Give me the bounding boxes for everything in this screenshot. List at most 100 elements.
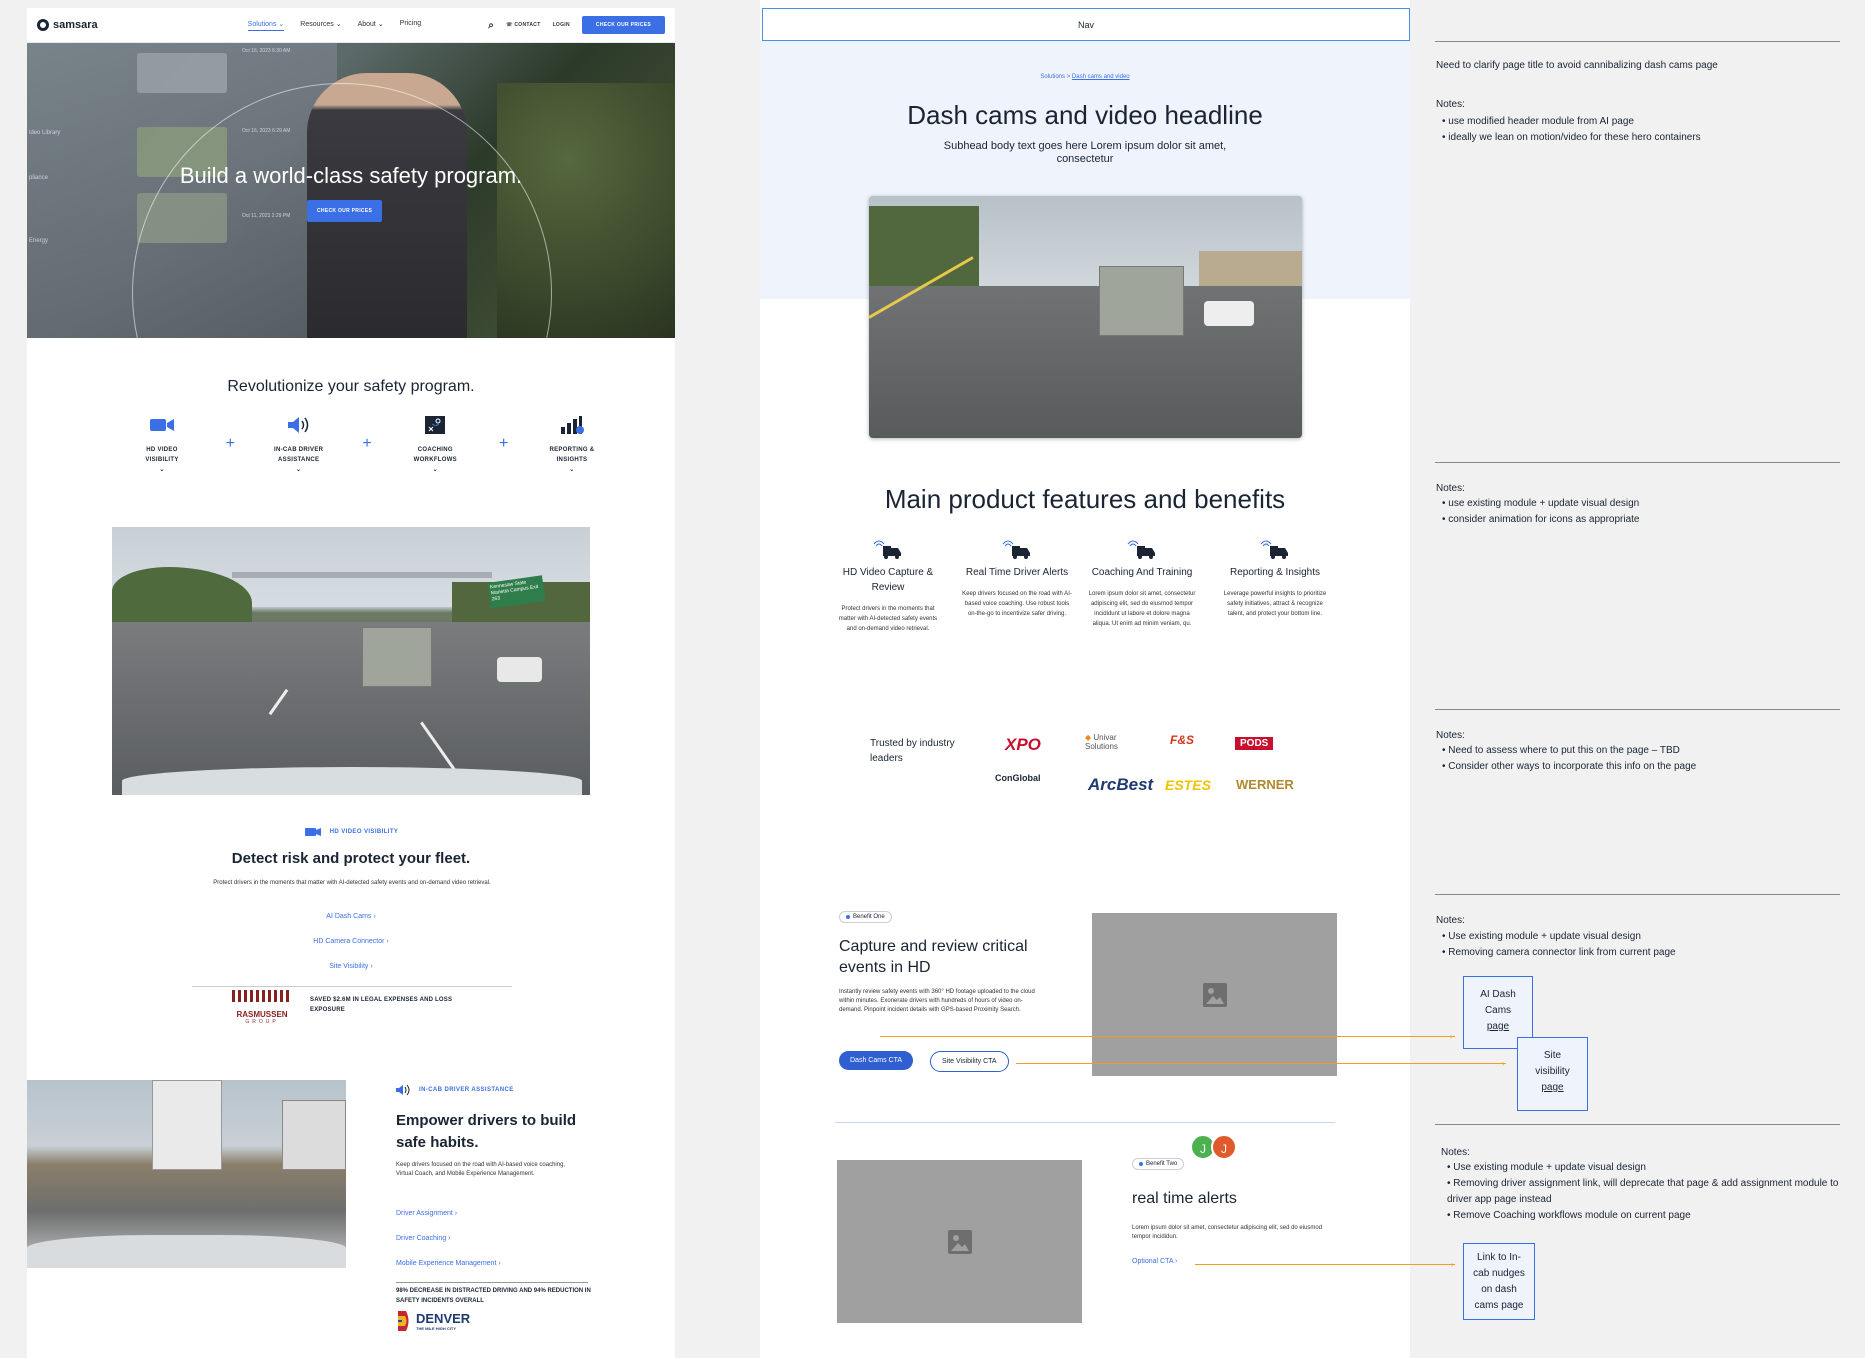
breadcrumb-solutions[interactable]: Solutions: [1040, 74, 1065, 80]
chevron-down-icon: ⌄: [295, 467, 302, 473]
truck-cab-photo: [27, 1080, 346, 1268]
divider: [396, 1282, 588, 1283]
screen-menu-text: ideo Library: [29, 130, 61, 136]
link-hd-camera-connector[interactable]: HD Camera Connector ›: [27, 938, 675, 945]
rasmussen-logo-mark: [232, 990, 292, 1002]
search-icon[interactable]: ⌕: [488, 20, 494, 31]
logo-estes: ESTES: [1165, 777, 1211, 793]
univar-logo-mark: ◆: [1085, 733, 1092, 742]
benefit-two-image-placeholder: [837, 1160, 1082, 1323]
logo-fs: F&S: [1170, 733, 1194, 747]
wire-feature-card: Real Time Driver Alerts Keep drivers foc…: [962, 540, 1072, 619]
speaker-icon: [286, 415, 312, 435]
in-cab-nudges-link-box[interactable]: Link to In- cab nudges on dash cams page: [1463, 1243, 1535, 1320]
feature-in-cab[interactable]: IN-CAB DRIVER ASSISTANCE ⌄: [264, 415, 334, 475]
link-driver-coaching[interactable]: Driver Coaching ›: [396, 1235, 450, 1242]
notes-label: Notes:: [1436, 730, 1465, 741]
hd-title: Detect risk and protect your fleet.: [231, 850, 471, 867]
denver-logo-mark: [398, 1311, 409, 1331]
wire-feature-card: HD Video Capture & Review Protect driver…: [833, 540, 943, 634]
nav-login[interactable]: LOGIN: [553, 22, 570, 28]
section-title: Revolutionize your safety program.: [227, 378, 475, 395]
samsara-logo-icon: [37, 19, 49, 31]
hd-tag-row: HD VIDEO VISIBILITY: [27, 827, 675, 837]
dash-cams-cta-button[interactable]: Dash Cams CTA: [839, 1051, 913, 1070]
link-driver-assignment[interactable]: Driver Assignment ›: [396, 1210, 457, 1217]
avatar[interactable]: J: [1211, 1134, 1237, 1160]
nav-links: Solutions ⌄ Resources ⌄ About ⌄ Pricing: [247, 20, 421, 31]
screen-menu-text: Energy: [29, 238, 49, 244]
benefit-two-title: real time alerts: [1132, 1190, 1237, 1207]
logo-conglobal: ConGlobal: [995, 773, 1041, 783]
benefit-one-body: Instantly review safety events with 360°…: [839, 989, 1035, 1013]
flatbed-truck: [1099, 266, 1184, 336]
notes-label: Notes:: [1441, 1147, 1470, 1158]
highway-photo: Kennesaw State Marietta Campus Exit 263: [112, 527, 590, 795]
pickup-truck: [1204, 301, 1254, 326]
incab-tag-row: IN-CAB DRIVER ASSISTANCE: [395, 1084, 514, 1096]
screen-date: Oct 16, 2023 6:30 AM: [242, 48, 291, 54]
nav-pricing[interactable]: Pricing: [400, 20, 421, 31]
nav-solutions[interactable]: Solutions ⌄: [247, 20, 285, 31]
nav-contact[interactable]: ☏ CONTACT: [506, 22, 540, 28]
notes-label: Notes:: [1436, 915, 1465, 926]
wire-hero-video: [869, 196, 1302, 438]
wireframe-page: Nav Solutions > Dash cams and video Dash…: [760, 0, 1410, 1358]
link-ai-dash-cams[interactable]: AI Dash Cams ›: [27, 913, 675, 920]
wire-feature-card: Coaching And Training Lorem ipsum dolor …: [1087, 540, 1197, 629]
samsara-logo[interactable]: samsara: [37, 19, 98, 31]
notes-divider: [1435, 462, 1840, 463]
chevron-down-icon: ⌄: [377, 20, 384, 28]
connector-line: [880, 1036, 1455, 1037]
link-mobile-experience[interactable]: Mobile Experience Management ›: [396, 1260, 501, 1267]
nav-check-prices-button[interactable]: CHECK OUR PRICES: [581, 16, 665, 34]
optional-cta-link[interactable]: Optional CTA ›: [1132, 1258, 1177, 1265]
hero-cta-button[interactable]: CHECK OUR PRICES: [307, 200, 383, 222]
nav-resources[interactable]: Resources ⌄: [300, 20, 341, 31]
note-page-title: Need to clarify page title to avoid cann…: [1436, 60, 1718, 71]
notes-divider: [1435, 41, 1840, 42]
chevron-down-icon: ⌄: [432, 467, 438, 473]
speaker-icon: [396, 1084, 410, 1096]
nav-about[interactable]: About ⌄: [358, 20, 384, 31]
breadcrumb: Solutions > Dash cams and video: [1040, 74, 1130, 80]
design-board: samsara Solutions ⌄ Resources ⌄ About ⌄ …: [0, 0, 1865, 1358]
bar-chart-icon: [559, 415, 585, 435]
feature-coaching[interactable]: COACHING WORKFLOWS ⌄: [400, 415, 470, 475]
plus-icon: +: [362, 435, 372, 452]
incab-body: Keep drivers focused on the road with AI…: [396, 1162, 566, 1177]
feature-hd-video[interactable]: HD VIDEO VISIBILITY ⌄: [127, 415, 197, 475]
site-visibility-page-box[interactable]: Site visibility page: [1517, 1037, 1588, 1111]
divider: [192, 986, 512, 987]
feature-icons-row: HD VIDEO VISIBILITY ⌄ + IN-CAB DRIVER AS…: [127, 415, 607, 475]
notes-divider: [1435, 894, 1840, 895]
site-visibility-cta-button[interactable]: Site Visibility CTA: [930, 1051, 1009, 1072]
site-nav: samsara Solutions ⌄ Resources ⌄ About ⌄ …: [27, 8, 675, 43]
benefit-one-image-placeholder: [1092, 913, 1337, 1076]
divider: [835, 1122, 1335, 1123]
breadcrumb-dash-cams[interactable]: Dash cams and video: [1072, 74, 1130, 80]
rasmussen-stat: SAVED $2.6M IN LEGAL EXPENSES AND LOSS E…: [310, 997, 453, 1013]
chevron-down-icon: ⌄: [278, 20, 285, 28]
notes-label: Notes:: [1436, 483, 1465, 494]
truck-signal-icon: [1127, 540, 1155, 559]
wire-nav-placeholder: Nav: [762, 8, 1410, 41]
rasmussen-logo: RASMUSSEN GROUP: [232, 990, 292, 1025]
image-placeholder-icon: [1202, 982, 1227, 1007]
dashboard-hood: [122, 767, 582, 795]
logo-pods: PODS: [1235, 737, 1274, 750]
benefit-two-pill: Benefit Two: [1132, 1158, 1185, 1170]
chevron-down-icon: ⌄: [159, 467, 165, 473]
notes-list: Need to assess where to put this on the …: [1442, 743, 1696, 775]
trusted-label: Trusted by industry leaders: [870, 738, 955, 764]
notes-divider: [1435, 709, 1840, 710]
logo-xpo: XPO: [1005, 735, 1041, 754]
notes-divider: [1435, 1124, 1840, 1125]
dot-icon: [1139, 1162, 1143, 1166]
feature-reporting[interactable]: REPORTING & INSIGHTS ⌄: [537, 415, 607, 475]
overpass-gantry: [232, 572, 492, 578]
trailer: [152, 1080, 222, 1170]
link-site-visibility[interactable]: Site Visibility ›: [27, 963, 675, 970]
benefit-one-title: Capture and review critical events in HD: [839, 938, 1028, 976]
screen-thumb: [137, 53, 227, 93]
